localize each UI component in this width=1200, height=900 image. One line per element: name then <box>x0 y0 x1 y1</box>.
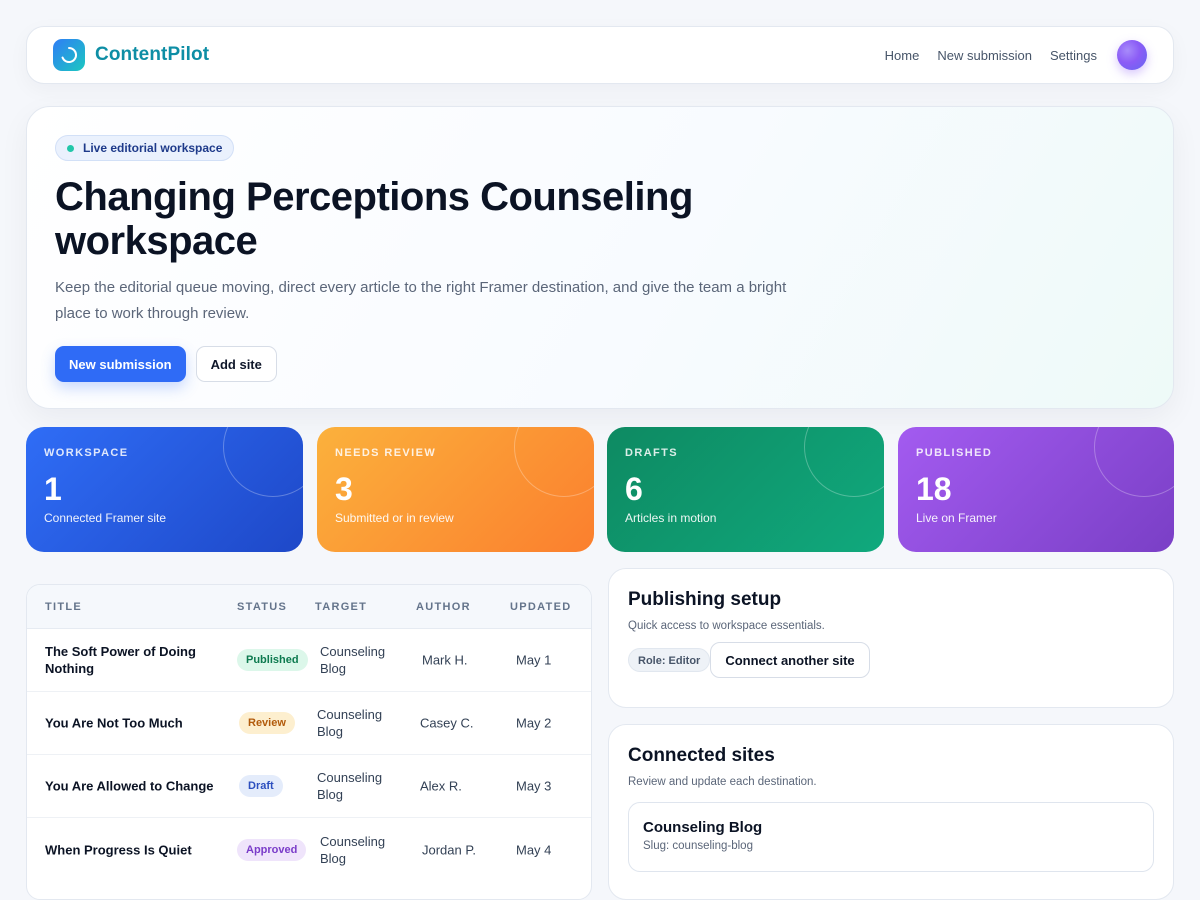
hero-panel: Live editorial workspace Changing Percep… <box>26 106 1174 409</box>
site-name: Counseling Blog <box>643 819 763 836</box>
nav-new-submission-link[interactable]: New submission <box>937 48 1032 63</box>
updated-cell: May 1 <box>516 652 552 668</box>
site-card[interactable]: Counseling Blog Slug: counseling-blog <box>628 802 1154 872</box>
live-dot-icon <box>67 144 74 152</box>
target-cell: Counseling Blog <box>317 707 383 739</box>
table-row[interactable]: The Soft Power of Doing Nothing Publishe… <box>27 629 591 692</box>
stat-card-drafts: DRAFTS 6 Articles in motion <box>607 427 884 552</box>
table-row[interactable]: When Progress Is Quiet Approved Counseli… <box>27 818 591 881</box>
status-badge: Approved <box>237 838 307 861</box>
column-header-author[interactable]: AUTHOR <box>416 601 471 613</box>
table-header: TITLE STATUS TARGET AUTHOR UPDATED <box>27 585 591 629</box>
role-badge: Role: Editor <box>628 648 711 672</box>
panel-subtitle: Quick access to workspace essentials. <box>628 620 825 632</box>
status-badge: Review <box>239 712 295 734</box>
brand-name[interactable]: ContentPilot <box>95 44 209 66</box>
article-title[interactable]: When Progress Is Quiet <box>45 841 220 858</box>
stat-subtitle: Connected Framer site <box>44 511 167 525</box>
target-cell: Counseling Blog <box>320 644 386 676</box>
author-cell: Casey C. <box>420 715 474 731</box>
stat-card-needs-review: NEEDS REVIEW 3 Submitted or in review <box>317 427 594 552</box>
hero-description: Keep the editorial queue moving, direct … <box>55 279 787 322</box>
author-cell: Jordan P. <box>422 842 476 857</box>
status-cell: Approved <box>237 838 307 861</box>
new-submission-button[interactable]: New submission <box>55 346 186 382</box>
panel-title: Publishing setup <box>628 589 782 610</box>
stat-label: WORKSPACE <box>44 447 129 459</box>
nav-home-link[interactable]: Home <box>885 48 920 63</box>
table-row[interactable]: You Are Allowed to Change Draft Counseli… <box>27 755 591 818</box>
status-cell: Draft <box>239 775 283 797</box>
logo-icon[interactable] <box>53 39 85 71</box>
article-title[interactable]: You Are Allowed to Change <box>45 778 220 795</box>
column-header-status[interactable]: STATUS <box>237 601 287 613</box>
target-cell: Counseling Blog <box>317 770 383 802</box>
connect-another-site-button[interactable]: Connect another site <box>710 642 870 678</box>
stat-label: DRAFTS <box>625 447 679 459</box>
article-title[interactable]: The Soft Power of Doing Nothing <box>45 643 220 677</box>
panel-subtitle: Review and update each destination. <box>628 776 817 788</box>
author-cell: Mark H. <box>422 652 468 668</box>
publishing-setup-panel: Publishing setup Quick access to workspa… <box>608 568 1174 708</box>
user-avatar[interactable] <box>1117 40 1147 70</box>
updated-cell: May 3 <box>516 778 552 794</box>
live-badge: Live editorial workspace <box>55 135 235 161</box>
stat-label: NEEDS REVIEW <box>335 447 437 459</box>
top-bar: ContentPilot Home New submission Setting… <box>26 26 1174 84</box>
updated-cell: May 2 <box>516 715 552 731</box>
author-cell: Alex R. <box>420 778 462 794</box>
stat-card-workspace: WORKSPACE 1 Connected Framer site <box>26 427 303 552</box>
status-cell: Review <box>239 712 295 734</box>
nav-settings-link[interactable]: Settings <box>1050 48 1097 63</box>
articles-table: TITLE STATUS TARGET AUTHOR UPDATED The S… <box>26 584 592 900</box>
table-row[interactable]: You Are Not Too Much Review Counseling B… <box>27 692 591 755</box>
panel-title: Connected sites <box>628 745 775 766</box>
site-slug: Slug: counseling-blog <box>643 840 753 852</box>
target-cell: Counseling Blog <box>320 833 386 866</box>
column-header-updated[interactable]: UPDATED <box>510 601 571 613</box>
setup-actions: Role: Editor Connect another site <box>628 642 1154 678</box>
column-header-title[interactable]: TITLE <box>45 601 82 613</box>
main-nav: Home New submission Settings <box>885 48 1097 63</box>
stat-card-published: PUBLISHED 18 Live on Framer <box>898 427 1174 552</box>
stat-subtitle: Articles in motion <box>625 511 717 525</box>
status-cell: Published <box>237 649 308 671</box>
stat-subtitle: Submitted or in review <box>335 511 454 525</box>
stat-subtitle: Live on Framer <box>916 511 997 525</box>
column-header-target[interactable]: TARGET <box>315 601 367 613</box>
updated-cell: May 4 <box>516 842 552 857</box>
page-title: Changing Perceptions Counseling workspac… <box>55 175 693 263</box>
hero-actions: New submission Add site <box>55 346 1145 382</box>
connected-sites-panel: Connected sites Review and update each d… <box>608 724 1174 900</box>
article-title[interactable]: You Are Not Too Much <box>45 715 220 732</box>
status-badge: Published <box>237 649 308 671</box>
add-site-button[interactable]: Add site <box>195 346 277 382</box>
live-badge-label: Live editorial workspace <box>83 141 223 155</box>
stat-label: PUBLISHED <box>916 447 993 459</box>
status-badge: Draft <box>239 775 283 797</box>
